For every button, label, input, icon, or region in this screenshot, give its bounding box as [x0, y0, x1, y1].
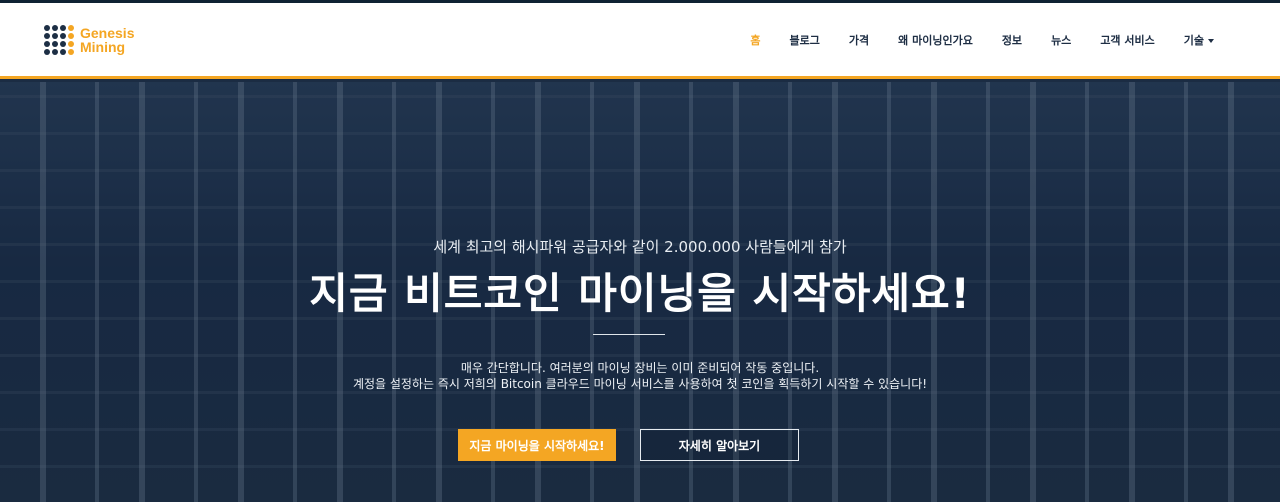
navbar: Genesis Mining 홈 블로그 가격 왜 마이닝인가요 정보 뉴스 고… — [0, 3, 1280, 79]
hero-subtitle: 세계 최고의 해시파워 공급자와 같이 2.000.000 사람들에게 참가 — [433, 238, 847, 256]
start-mining-button[interactable]: 지금 마이닝을 시작하세요! — [458, 429, 616, 461]
nav-item-technology-label: 기술 — [1183, 33, 1204, 47]
nav-item-blog[interactable]: 블로그 — [790, 32, 820, 48]
nav-item-why-mining[interactable]: 왜 마이닝인가요 — [898, 32, 973, 48]
nav-item-technology-dropdown[interactable]: 기술 — [1184, 32, 1214, 48]
nav-item-news[interactable]: 뉴스 — [1051, 32, 1071, 48]
nav-item-pricing[interactable]: 가격 — [849, 32, 869, 48]
logo-line-mining: Mining — [80, 39, 126, 55]
main-nav: 홈 블로그 가격 왜 마이닝인가요 정보 뉴스 고객 서비스 기술 — [721, 3, 1214, 76]
hero-description-line-2: 계정을 설정하는 즉시 저희의 Bitcoin 클라우드 마이닝 서비스를 사용… — [352, 377, 928, 391]
nav-item-customer-service[interactable]: 고객 서비스 — [1100, 32, 1154, 48]
hero-divider — [593, 334, 665, 335]
logo-wordmark: Genesis Mining — [80, 26, 134, 54]
hero-description-line-1: 매우 간단합니다. 여러분의 마이닝 장비는 이미 준비되어 작동 중입니다. — [460, 361, 820, 375]
hero-section: 세계 최고의 해시파워 공급자와 같이 2.000.000 사람들에게 참가 지… — [0, 82, 1280, 502]
logo-dots-icon — [44, 25, 74, 55]
logo-line-genesis: Genesis — [80, 25, 135, 41]
caret-down-icon — [1208, 38, 1214, 43]
hero-description: 매우 간단합니다. 여러분의 마이닝 장비는 이미 준비되어 작동 중입니다. … — [0, 360, 1280, 392]
nav-item-home[interactable]: 홈 — [750, 32, 760, 48]
learn-more-button[interactable]: 자세히 알아보기 — [640, 429, 799, 461]
genesis-mining-logo[interactable]: Genesis Mining — [44, 25, 134, 55]
hero-headline: 지금 비트코인 마이닝을 시작하세요! — [309, 269, 971, 318]
nav-item-about[interactable]: 정보 — [1002, 32, 1022, 48]
